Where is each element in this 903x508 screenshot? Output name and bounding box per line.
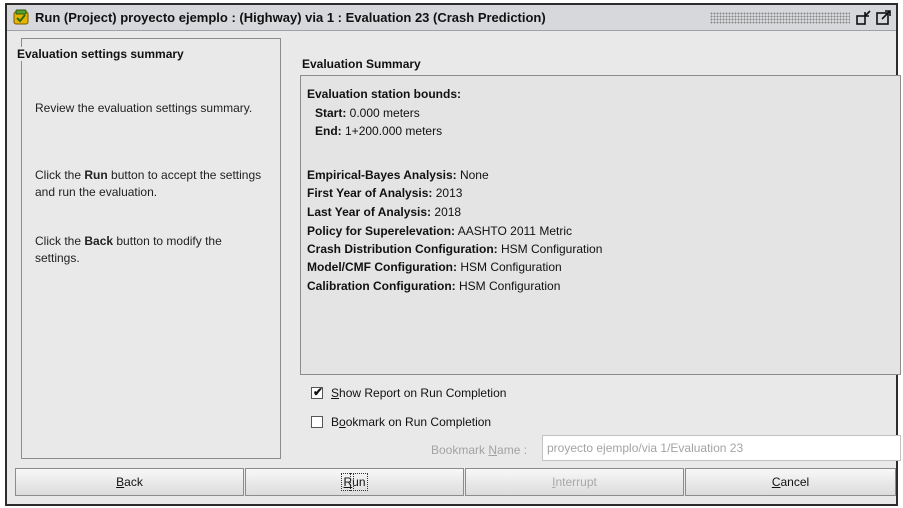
button-bar: Back Run Interrupt Cancel <box>15 468 896 496</box>
dialog-window: Run (Project) proyecto ejemplo : (Highwa… <box>5 3 901 506</box>
app-icon <box>13 9 29 25</box>
instructions-heading: Evaluation settings summary <box>15 47 186 61</box>
summary-row: Empirical-Bayes Analysis: None <box>307 168 489 182</box>
window-title: Run (Project) proyecto ejemplo : (Highwa… <box>35 10 546 25</box>
checkmark-icon: ✔ <box>313 384 324 399</box>
interrupt-button: Interrupt <box>465 468 684 496</box>
checkbox-box[interactable] <box>311 415 323 428</box>
instructions-text-1: Review the evaluation settings summary. <box>35 101 253 115</box>
summary-box: Evaluation station bounds: Start: 0.000 … <box>300 75 901 375</box>
summary-row: Calibration Configuration: HSM Configura… <box>307 279 561 293</box>
show-report-checkbox[interactable]: ✔ Show Report on Run Completion <box>311 385 506 401</box>
cancel-button[interactable]: Cancel <box>685 468 896 496</box>
summary-row: First Year of Analysis: 2013 <box>307 186 463 200</box>
run-button[interactable]: Run <box>245 468 464 496</box>
bookmark-name-field[interactable] <box>542 435 901 461</box>
minimize-icon[interactable] <box>856 9 872 25</box>
bookmark-checkbox[interactable]: Bookmark on Run Completion <box>311 414 491 430</box>
checkbox-box[interactable]: ✔ <box>311 384 324 399</box>
summary-heading: Evaluation Summary <box>302 57 421 71</box>
summary-row: Model/CMF Configuration: HSM Configurati… <box>307 260 562 274</box>
summary-row: Policy for Superelevation: AASHTO 2011 M… <box>307 224 572 238</box>
instructions-text-3: Click the Back button to modify the sett… <box>35 234 222 265</box>
back-button[interactable]: Back <box>15 468 244 496</box>
summary-row: Crash Distribution Configuration: HSM Co… <box>307 242 603 256</box>
title-grip <box>710 12 850 24</box>
maximize-icon[interactable] <box>876 9 892 25</box>
start-bound: Start: 0.000 meters <box>315 106 420 120</box>
bookmark-name-label: Bookmark Name : <box>431 443 528 457</box>
end-bound: End: 1+200.000 meters <box>315 124 443 138</box>
instructions-text-2: Click the Run button to accept the setti… <box>35 168 262 199</box>
summary-row: Last Year of Analysis: 2018 <box>307 205 462 219</box>
bounds-label: Evaluation station bounds: <box>307 87 462 101</box>
title-bar[interactable]: Run (Project) proyecto ejemplo : (Highwa… <box>7 5 896 31</box>
